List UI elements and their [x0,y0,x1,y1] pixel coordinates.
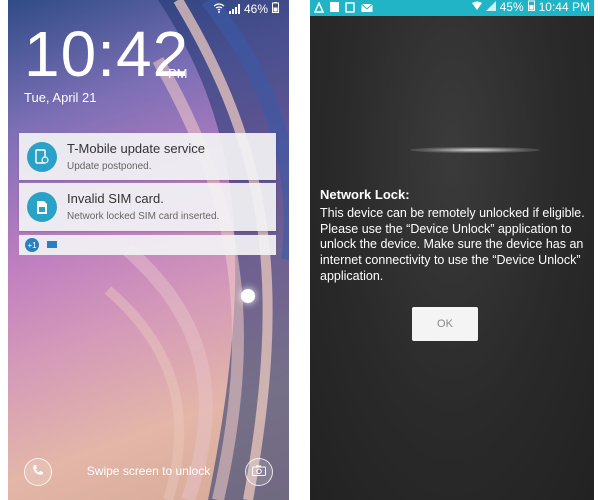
wifi-icon [213,2,225,16]
notification-invalid-sim[interactable]: Invalid SIM card. Network locked SIM car… [19,183,276,231]
notification-tmobile-update[interactable]: T-Mobile update service Update postponed… [19,133,276,180]
battery-icon [272,2,279,16]
status-bar: 46% [213,2,279,16]
camera-shortcut-button[interactable] [245,458,273,486]
lock-screen: 46% 10:42 PM Tue, April 21 T-Mobile upda… [8,0,289,500]
camera-icon [252,463,266,481]
signal-icon [485,0,496,14]
notification-subtitle: Network locked SIM card inserted. [67,211,220,222]
sim-icon [27,192,57,222]
status-bar: 45% 10:44 PM [310,0,594,16]
notification-title: Invalid SIM card. [67,191,164,206]
more-notifications-badge: +1 [25,238,39,252]
lock-date: Tue, April 21 [24,90,97,105]
signal-icon [228,4,240,14]
update-icon [345,2,355,16]
notification-icon [313,1,325,16]
sim-alert-icon [330,2,339,12]
notification-summary-row[interactable]: +1 [19,235,276,255]
ampm-label: PM [168,66,188,81]
battery-percent: 45% [499,0,524,14]
update-icon [27,142,57,172]
wifi-icon [471,0,482,14]
screen-glare [410,147,540,153]
notification-title: T-Mobile update service [67,141,206,156]
battery-icon [527,0,535,14]
status-time: 10:44 PM [538,0,590,14]
battery-percent: 46% [243,2,268,16]
lock-clock: 10:42 [24,18,190,90]
mail-icon [361,2,373,16]
light-glare [241,289,255,303]
network-lock-screen: 45% 10:44 PM Network Lock: This device c… [310,0,594,500]
mail-icon [47,241,57,248]
dialog-title: Network Lock: [320,187,410,202]
dialog-message: This device can be remotely unlocked if … [320,206,585,283]
ok-button[interactable]: OK [412,307,478,341]
notification-subtitle: Update postponed. [67,161,152,172]
